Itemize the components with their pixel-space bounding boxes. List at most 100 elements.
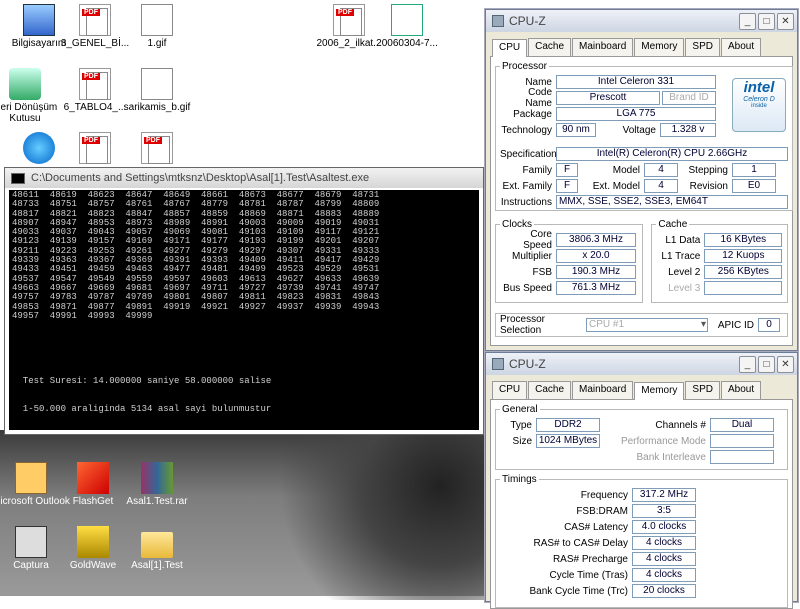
- tab-cpu[interactable]: CPU: [492, 39, 528, 57]
- desktop-icon-gif-2[interactable]: sarikamis_b.gif: [118, 68, 196, 113]
- bank-interleave-value: [710, 450, 774, 464]
- desktop-icon-pdf-5[interactable]: [118, 132, 196, 166]
- tab-memory[interactable]: Memory: [634, 38, 685, 56]
- pdf-icon: [333, 4, 365, 36]
- cpuz-tabs: CPU Cache Mainboard Memory SPD About: [486, 32, 797, 57]
- field-label: Multiplier: [511, 250, 552, 262]
- icon-label: sarikamis_b.gif: [123, 102, 191, 113]
- gif-icon: [141, 68, 173, 100]
- icon-label: 1.gif: [147, 38, 167, 49]
- tab-cpu[interactable]: CPU: [492, 381, 528, 399]
- tab-mainboard[interactable]: Mainboard: [572, 38, 634, 56]
- tab-cache[interactable]: Cache: [528, 381, 572, 399]
- icon-label: Geri Dönüşüm Kutusu: [0, 102, 58, 124]
- timings-group: Timings Frequency 317.2 MHz FSB:DRAM 3:5 C…: [495, 474, 788, 608]
- minimize-button[interactable]: _: [739, 12, 756, 30]
- spec-row: Specification Intel(R) Celeron(R) CPU 2.6…: [500, 146, 788, 162]
- brand-id: Brand ID: [662, 91, 716, 105]
- l1-trace-value: 12 Kuops: [704, 249, 783, 263]
- desktop-icon-recycle-bin[interactable]: Geri Dönüşüm Kutusu: [0, 68, 60, 124]
- desktop-icon-folder[interactable]: Asal[1].Test: [118, 526, 196, 571]
- l1-trace-row: L1 Trace 12 Kuops: [656, 248, 783, 264]
- field-label: Channels #: [655, 419, 706, 431]
- processor-selection-row: Processor Selection CPU #1 ▾ APIC ID 0: [495, 313, 788, 337]
- cpuz-titlebar[interactable]: CPU-Z _ □ ✕: [486, 10, 797, 32]
- pdf-icon: [141, 132, 173, 164]
- multiplier-row: Multiplier x 20.0: [500, 248, 638, 264]
- field-label: Ext. Model: [592, 180, 640, 192]
- desktop-icon-excel[interactable]: 20060304-7...: [368, 4, 446, 49]
- tab-spd[interactable]: SPD: [685, 38, 720, 56]
- level3-value: [704, 281, 783, 295]
- chevron-down-icon: ▾: [700, 319, 706, 330]
- field-label: Instructions: [500, 196, 552, 208]
- type-value: DDR2: [536, 418, 600, 432]
- field-label: Stepping: [688, 164, 728, 176]
- cas-latency-row: CAS# Latency 4.0 clocks: [500, 519, 783, 535]
- pdf-icon: [79, 68, 111, 100]
- field-label: RAS# to CAS# Delay: [533, 537, 629, 549]
- cpuz-titlebar[interactable]: CPU-Z _ □ ✕: [486, 353, 797, 375]
- console-title: C:\Documents and Settings\mtksnz\Desktop…: [31, 172, 370, 184]
- level3-row: Level 3: [656, 280, 783, 296]
- cpuz-memory-window[interactable]: CPU-Z _ □ ✕ CPU Cache Mainboard Memory SPD…: [485, 352, 798, 609]
- outlook-icon: [15, 462, 47, 494]
- console-window[interactable]: C:\Documents and Settings\mtksnz\Desktop…: [4, 167, 484, 435]
- tab-cache[interactable]: Cache: [528, 38, 572, 56]
- minimize-button[interactable]: _: [739, 355, 756, 373]
- field-label: Cycle Time (Tras): [549, 569, 628, 581]
- desktop-icon-winrar[interactable]: Asal1.Test.rar: [118, 462, 196, 507]
- processor-select[interactable]: CPU #1 ▾: [586, 318, 708, 332]
- revision-value: E0: [732, 179, 776, 193]
- tab-mainboard[interactable]: Mainboard: [572, 381, 634, 399]
- processor-group: Processor intel Celeron D inside Name Int…: [495, 61, 793, 211]
- gif-icon: [141, 4, 173, 36]
- ie-icon: [23, 132, 55, 164]
- field-label: Package: [513, 108, 552, 120]
- cpuz-cpu-window[interactable]: CPU-Z _ □ ✕ CPU Cache Mainboard Memory SPD…: [485, 9, 798, 363]
- field-label: FSB:DRAM: [576, 505, 628, 517]
- icon-label: 6_TABLO4_...: [63, 102, 127, 113]
- memory-panel: General Type DDR2 Channels # Dual Size 1024 …: [490, 399, 793, 609]
- field-label: RAS# Precharge: [552, 553, 628, 565]
- logo-text: intel: [743, 79, 775, 96]
- console-titlebar[interactable]: C:\Documents and Settings\mtksnz\Desktop…: [5, 168, 483, 188]
- field-label: Family: [522, 164, 552, 176]
- type-row: Type DDR2 Channels # Dual: [500, 417, 783, 433]
- field-label: Type: [510, 419, 532, 431]
- core-speed-value: 3806.3 MHz: [556, 233, 636, 247]
- close-button[interactable]: ✕: [777, 355, 794, 373]
- logo-text: Celeron D: [743, 96, 775, 103]
- field-label: APIC ID: [717, 319, 754, 331]
- bank-interleave-row: Bank Interleave: [500, 449, 783, 465]
- maximize-button[interactable]: □: [758, 12, 775, 30]
- close-button[interactable]: ✕: [777, 12, 794, 30]
- group-title: Timings: [502, 474, 537, 485]
- l1-data-value: 16 KBytes: [704, 233, 783, 247]
- winrar-icon: [141, 462, 173, 494]
- tab-spd[interactable]: SPD: [685, 381, 720, 399]
- field-label: Bank Cycle Time (Trc): [529, 585, 628, 597]
- field-label: Bus Speed: [503, 282, 552, 294]
- icon-label: GoldWave: [69, 560, 117, 571]
- group-title: Cache: [658, 219, 688, 230]
- logo-text: inside: [751, 103, 767, 109]
- group-title: General: [502, 404, 538, 415]
- voltage-value: 1.328 v: [660, 123, 716, 137]
- field-label: Technology: [501, 124, 552, 136]
- tab-about[interactable]: About: [720, 381, 762, 399]
- fsb-row: FSB 190.3 MHz: [500, 264, 638, 280]
- fsb-dram-row: FSB:DRAM 3:5: [500, 503, 783, 519]
- tab-about[interactable]: About: [720, 38, 762, 56]
- field-label: Frequency: [580, 489, 628, 501]
- field-label: L1 Trace: [661, 250, 701, 262]
- maximize-button[interactable]: □: [758, 355, 775, 373]
- desktop-icon-gif-1[interactable]: 1.gif: [118, 4, 196, 49]
- console-line: 49957 49991 49993 49999: [12, 310, 153, 321]
- console-output: 48611 48619 48623 48647 48649 48661 4867…: [9, 190, 479, 430]
- ras-cas-delay-value: 4 clocks: [632, 536, 696, 550]
- tab-memory[interactable]: Memory: [634, 382, 685, 400]
